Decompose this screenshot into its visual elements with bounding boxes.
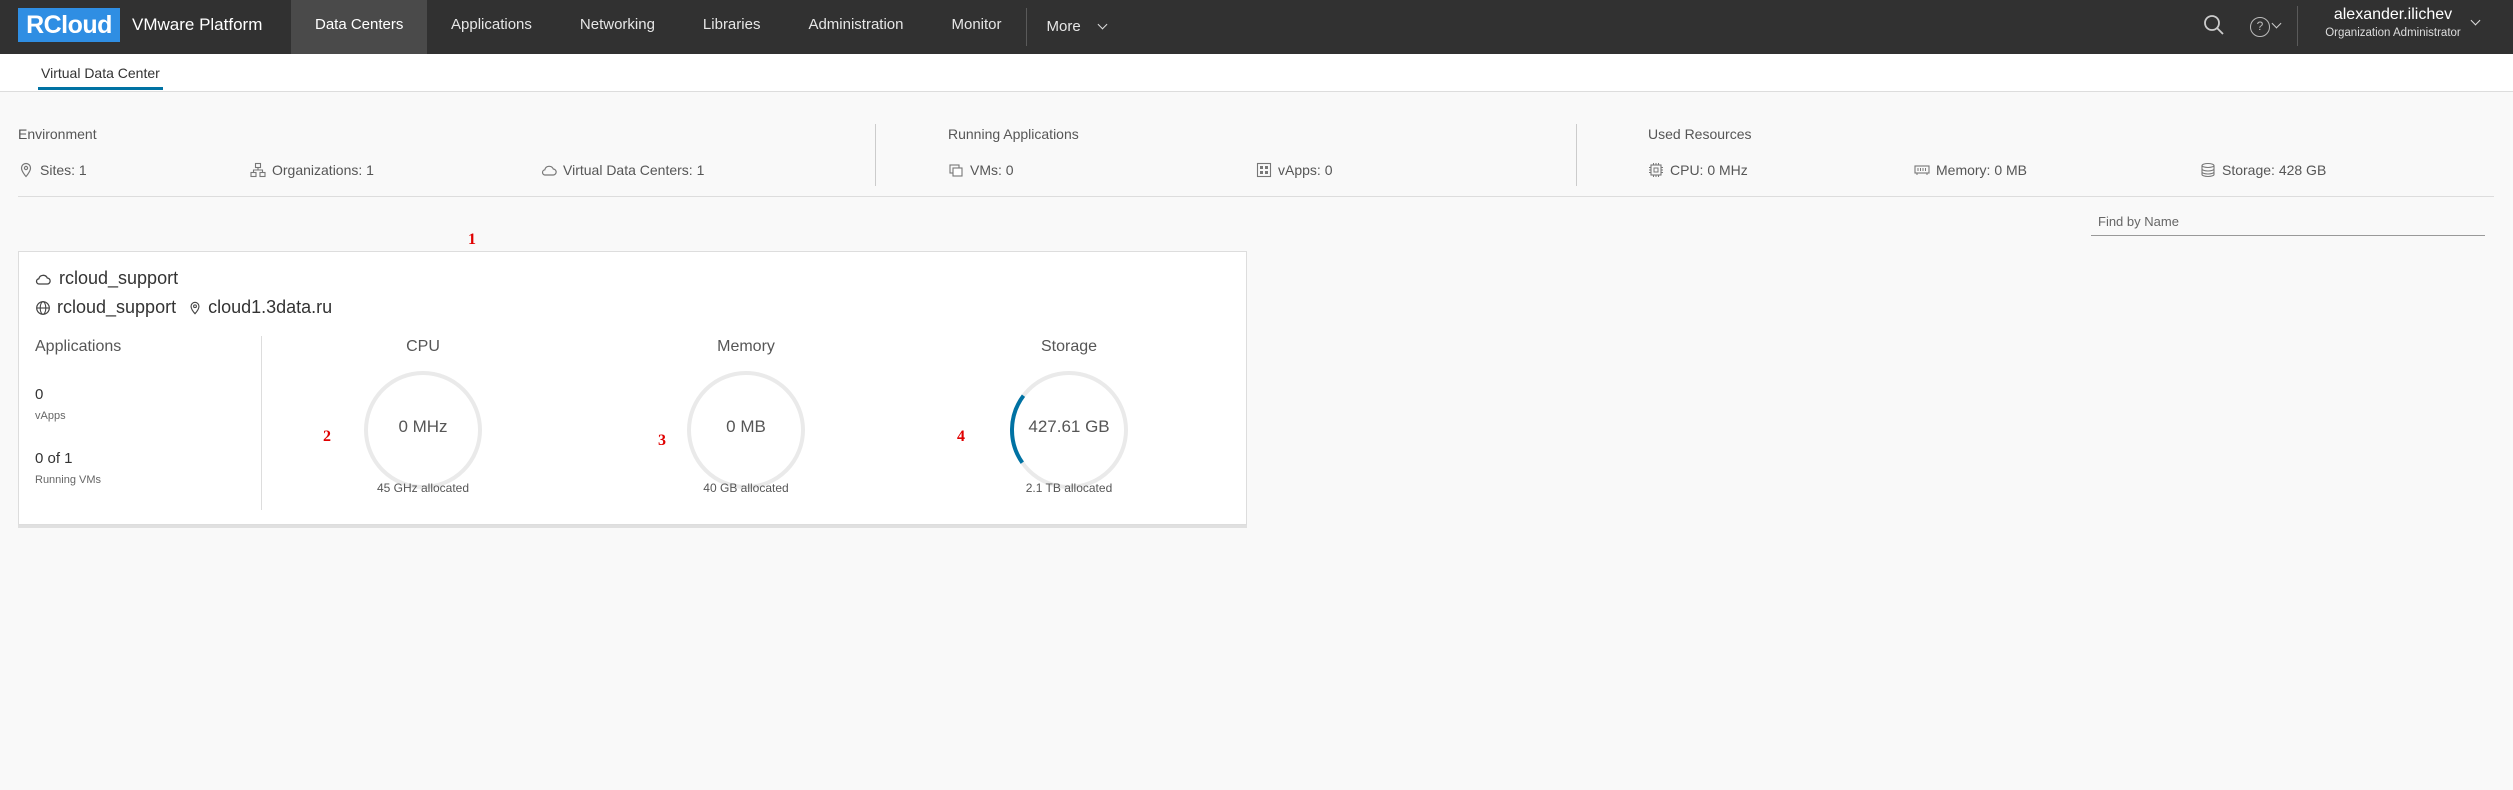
organizations-stat: Organizations: 1 bbox=[250, 162, 374, 178]
running-applications-title: Running Applications bbox=[948, 126, 1079, 142]
used-resources-summary: Used Resources CPU: 0 MHz Memory: 0 MB S… bbox=[1648, 126, 2326, 178]
vapps-count: 0 bbox=[35, 386, 44, 403]
map-pin-icon bbox=[20, 162, 32, 178]
cpu-stat: CPU: 0 MHz bbox=[1648, 162, 1748, 178]
cloud-icon bbox=[35, 274, 51, 285]
nav-networking[interactable]: Networking bbox=[556, 0, 679, 54]
cloud-icon bbox=[541, 165, 557, 176]
organization-icon bbox=[250, 162, 266, 178]
main-nav: Data Centers Applications Networking Lib… bbox=[291, 0, 1130, 54]
help-icon[interactable]: ? bbox=[2250, 17, 2270, 37]
annotation-marker-2: 2 bbox=[323, 428, 331, 445]
vapps-label: vApps bbox=[35, 410, 66, 422]
sites-text: Sites: 1 bbox=[40, 162, 87, 178]
sites-stat: Sites: 1 bbox=[18, 162, 87, 178]
vdcs-stat: Virtual Data Centers: 1 bbox=[541, 162, 704, 178]
user-role: Organization Administrator bbox=[2325, 27, 2461, 39]
find-by-name-input[interactable]: Find by Name bbox=[2091, 208, 2485, 236]
chevron-down-icon bbox=[1097, 19, 1108, 30]
vapps-text: vApps: 0 bbox=[1278, 162, 1333, 178]
storage-text: Storage: 428 GB bbox=[2222, 162, 2327, 178]
nav-data-centers[interactable]: Data Centers bbox=[291, 0, 427, 54]
memory-icon bbox=[1914, 165, 1930, 175]
nav-libraries[interactable]: Libraries bbox=[679, 0, 785, 54]
annotation-marker-3: 3 bbox=[658, 432, 666, 449]
globe-icon bbox=[36, 300, 50, 315]
annotation-marker-1: 1 bbox=[468, 231, 476, 248]
annotation-marker-4: 4 bbox=[957, 428, 965, 445]
vms-stat: VMs: 0 bbox=[948, 162, 1014, 178]
nav-applications[interactable]: Applications bbox=[427, 0, 556, 54]
storage-value: 427.61 GB bbox=[1028, 417, 1110, 436]
rcloud-logo[interactable]: RCloud bbox=[18, 8, 120, 42]
sub-navigation: Virtual Data Center bbox=[0, 54, 2513, 92]
platform-title: VMware Platform bbox=[132, 15, 263, 34]
memory-value: 0 MB bbox=[726, 417, 766, 436]
applications-title: Applications bbox=[35, 338, 122, 355]
vdc-org: rcloud_support bbox=[57, 297, 177, 317]
memory-allocated: 40 GB allocated bbox=[703, 481, 789, 495]
vapps-stat: vApps: 0 bbox=[1256, 162, 1332, 178]
summary-divider bbox=[1576, 124, 1577, 186]
help-chevron-down-icon[interactable] bbox=[2271, 18, 2282, 29]
vdc-site: cloud1.3data.ru bbox=[208, 297, 333, 317]
storage-allocated: 2.1 TB allocated bbox=[1025, 481, 1113, 495]
vm-icon bbox=[949, 164, 963, 177]
cpu-value: 0 MHz bbox=[398, 417, 448, 436]
running-vms-label: Running VMs bbox=[35, 474, 102, 486]
cpu-icon bbox=[1649, 163, 1663, 177]
vms-text: VMs: 0 bbox=[970, 162, 1014, 178]
header-divider bbox=[2297, 6, 2298, 46]
storage-stat: Storage: 428 GB bbox=[2200, 162, 2326, 178]
vdc-name[interactable]: rcloud_support bbox=[59, 268, 178, 289]
user-name: alexander.ilichev bbox=[2333, 6, 2453, 23]
nav-more-label: More bbox=[1046, 18, 1081, 35]
used-resources-title: Used Resources bbox=[1648, 126, 1752, 142]
environment-summary: Environment Sites: 1 Organizations: 1 Vi… bbox=[18, 126, 704, 178]
card-divider bbox=[261, 336, 262, 510]
memory-stat: Memory: 0 MB bbox=[1914, 162, 2027, 178]
map-pin-icon bbox=[190, 301, 200, 315]
running-applications-summary: Running Applications VMs: 0 vApps: 0 bbox=[948, 126, 1332, 178]
environment-title: Environment bbox=[18, 126, 97, 142]
memory-title: Memory bbox=[717, 338, 775, 355]
memory-text: Memory: 0 MB bbox=[1936, 162, 2028, 178]
nav-administration[interactable]: Administration bbox=[784, 0, 927, 54]
nav-monitor[interactable]: Monitor bbox=[928, 0, 1026, 54]
running-vms-count: 0 of 1 bbox=[35, 450, 73, 467]
vdcs-text: Virtual Data Centers: 1 bbox=[563, 162, 705, 178]
vdc-card[interactable]: rcloud_support rcloud_support cloud1.3da… bbox=[18, 251, 1247, 525]
cpu-allocated: 45 GHz allocated bbox=[376, 481, 470, 495]
vdc-title: rcloud_support bbox=[35, 268, 178, 289]
user-menu[interactable]: alexander.ilichev Organization Administr… bbox=[2310, 5, 2476, 41]
search-icon[interactable] bbox=[2203, 14, 2225, 36]
cpu-title: CPU bbox=[406, 338, 440, 355]
vapp-icon bbox=[1256, 162, 1272, 178]
nav-more[interactable]: More bbox=[1027, 0, 1130, 54]
vdc-details: rcloud_support cloud1.3data.ru bbox=[35, 297, 332, 318]
top-header: RCloud VMware Platform Data Centers Appl… bbox=[0, 0, 2513, 54]
storage-icon bbox=[2201, 162, 2215, 178]
summary-separator bbox=[18, 196, 2494, 197]
tab-virtual-data-center[interactable]: Virtual Data Center bbox=[38, 54, 163, 90]
storage-title: Storage bbox=[1040, 338, 1098, 355]
summary-divider bbox=[875, 124, 876, 186]
organizations-text: Organizations: 1 bbox=[272, 162, 374, 178]
cpu-text: CPU: 0 MHz bbox=[1670, 162, 1748, 178]
